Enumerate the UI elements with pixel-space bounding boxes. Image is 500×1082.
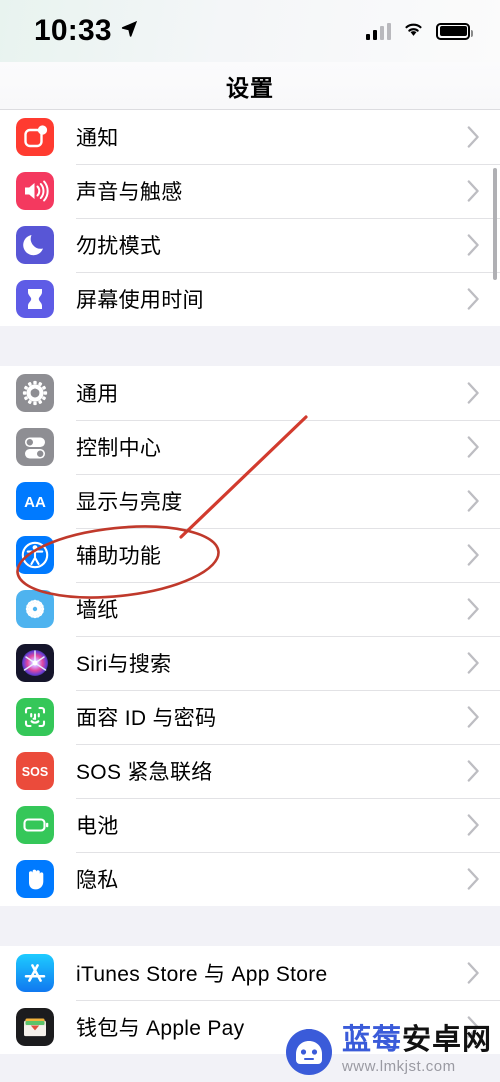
screen-time-icon [16, 280, 54, 318]
chevron-right-icon [460, 544, 486, 566]
settings-row-notifications[interactable]: 通知 [0, 110, 500, 164]
settings-row-privacy-hand[interactable]: 隐私 [0, 852, 500, 906]
group-separator [0, 326, 500, 366]
page-title: 设置 [226, 74, 274, 101]
chevron-right-icon [460, 706, 486, 728]
settings-row-sounds-haptics[interactable]: 声音与触感 [0, 164, 500, 218]
site-watermark: 蓝莓安卓网 www.lmkjst.com [283, 1024, 492, 1076]
navigation-bar: 设置 [0, 62, 500, 110]
battery-settings-icon [16, 806, 54, 844]
cellular-signal-icon [365, 22, 391, 40]
status-bar-right [365, 20, 473, 42]
face-id-icon [16, 698, 54, 736]
settings-row-general-gear[interactable]: 通用 [0, 366, 500, 420]
wifi-icon [402, 20, 425, 42]
chevron-right-icon [460, 814, 486, 836]
settings-row-label: 隐私 [76, 869, 119, 892]
watermark-brand-black: 安卓网 [401, 1024, 492, 1056]
settings-row-label: SOS 紧急联络 [76, 761, 213, 784]
settings-row-label: 墙纸 [76, 599, 119, 622]
chevron-right-icon [460, 760, 486, 782]
chevron-right-icon [460, 868, 486, 890]
display-brightness-icon: AA [16, 482, 54, 520]
watermark-text: 蓝莓安卓网 www.lmkjst.com [341, 1024, 492, 1075]
settings-row-siri-search[interactable]: Siri与搜索 [0, 636, 500, 690]
iphone-settings-screen: 10:33 设置 通知声音与触感勿扰模式屏幕使用时间 通用控制中心 AA 显示与亮度辅… [0, 0, 500, 1082]
chevron-right-icon [460, 382, 486, 404]
battery-full-icon [436, 22, 473, 40]
siri-search-icon [16, 644, 54, 682]
group-separator [0, 906, 500, 946]
svg-text:AA: AA [24, 494, 46, 511]
scroll-indicator[interactable] [493, 168, 497, 280]
chevron-right-icon [460, 126, 486, 148]
settings-group-1: 通知声音与触感勿扰模式屏幕使用时间 [0, 110, 500, 326]
wallpaper-icon [16, 590, 54, 628]
settings-row-screen-time[interactable]: 屏幕使用时间 [0, 272, 500, 326]
settings-list-scroll[interactable]: 通知声音与触感勿扰模式屏幕使用时间 通用控制中心 AA 显示与亮度辅助功能墙纸 Siri… [0, 110, 500, 1082]
sounds-haptics-icon [16, 172, 54, 210]
settings-row-label: 电池 [76, 815, 119, 838]
emergency-sos-icon: SOS [16, 752, 54, 790]
settings-row-battery-settings[interactable]: 电池 [0, 798, 500, 852]
notifications-icon [16, 118, 54, 156]
settings-row-label: 通用 [76, 383, 119, 406]
settings-row-app-store[interactable]: iTunes Store 与 App Store [0, 946, 500, 1000]
status-bar-left: 10:33 [34, 16, 139, 46]
chevron-right-icon [460, 436, 486, 458]
settings-row-label: 通知 [76, 127, 119, 150]
settings-row-label: Siri与搜索 [76, 653, 172, 676]
settings-row-accessibility[interactable]: 辅助功能 [0, 528, 500, 582]
settings-group-2: 通用 控制中心 AA 显示与亮度 辅助功能 墙纸 Siri与搜索 面容 ID 与密码 SOS SO… [0, 366, 500, 906]
settings-row-label: 屏幕使用时间 [76, 289, 204, 312]
settings-row-wallpaper[interactable]: 墙纸 [0, 582, 500, 636]
general-gear-icon [16, 374, 54, 412]
wallet-apple-pay-icon [16, 1008, 54, 1046]
privacy-hand-icon [16, 860, 54, 898]
settings-row-label: 勿扰模式 [76, 235, 162, 258]
chevron-right-icon [460, 490, 486, 512]
status-bar-clock: 10:33 [34, 14, 112, 47]
settings-row-emergency-sos[interactable]: SOS SOS 紧急联络 [0, 744, 500, 798]
chevron-right-icon [460, 652, 486, 674]
watermark-brand-blue: 蓝莓 [341, 1024, 402, 1056]
settings-row-label: iTunes Store 与 App Store [76, 963, 328, 986]
settings-row-label: 面容 ID 与密码 [76, 707, 217, 730]
chevron-right-icon [460, 288, 486, 310]
settings-row-label: 声音与触感 [76, 181, 183, 204]
location-arrow-icon [120, 19, 139, 43]
chevron-right-icon [460, 180, 486, 202]
chevron-right-icon [460, 962, 486, 984]
watermark-url: www.lmkjst.com [341, 1058, 456, 1075]
settings-row-face-id[interactable]: 面容 ID 与密码 [0, 690, 500, 744]
settings-row-do-not-disturb[interactable]: 勿扰模式 [0, 218, 500, 272]
chevron-right-icon [460, 234, 486, 256]
settings-row-label: 辅助功能 [76, 545, 162, 568]
svg-text:SOS: SOS [22, 765, 48, 779]
do-not-disturb-icon [16, 226, 54, 264]
settings-row-label: 显示与亮度 [76, 491, 183, 514]
app-store-icon [16, 954, 54, 992]
chevron-right-icon [460, 598, 486, 620]
blueberry-android-robot-icon [285, 1029, 332, 1075]
settings-row-control-center[interactable]: 控制中心 [0, 420, 500, 474]
accessibility-icon [16, 536, 54, 574]
settings-row-label: 控制中心 [76, 437, 162, 460]
status-bar: 10:33 [0, 0, 500, 62]
control-center-icon [16, 428, 54, 466]
settings-row-display-brightness[interactable]: AA 显示与亮度 [0, 474, 500, 528]
